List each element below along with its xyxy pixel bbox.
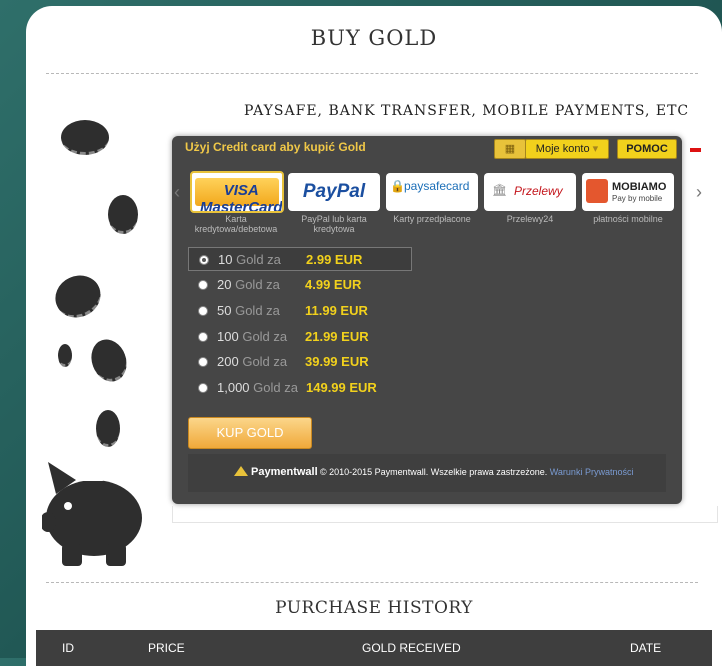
column-price: PRICE: [148, 641, 185, 655]
radio-button[interactable]: [198, 280, 208, 290]
mobiamo-sub: Pay by mobile: [612, 194, 663, 203]
gold-price: 39.99 EUR: [305, 354, 369, 369]
method-visa-mastercard[interactable]: VISA MasterCard: [190, 171, 284, 213]
paymentwall-label: Paymentwall: [251, 466, 318, 478]
method-caption: PayPal lub karta kredytowa: [301, 214, 367, 234]
buy-gold-button[interactable]: KUP GOLD: [188, 417, 312, 449]
gold-amount: 100: [217, 329, 239, 344]
privacy-link[interactable]: Warunki Prywatności: [550, 467, 634, 477]
coin-icon: [58, 344, 72, 367]
copyright-text: © 2010-2015 Paymentwall. Wszelkie prawa …: [320, 467, 548, 477]
payment-widget: Użyj Credit card aby kupić Gold ▦ Moje k…: [172, 136, 702, 504]
gold-unit: Gold za: [235, 303, 280, 318]
page-title: BUY GOLD: [310, 26, 438, 50]
widget-frame: [172, 506, 718, 523]
buy-gold-card: BUY GOLD PAYSAFE, BANK TRANSFER, MOBILE …: [26, 6, 722, 666]
visa-logo: VISA MasterCard: [200, 182, 283, 213]
history-table-header: ID PRICE GOLD RECEIVED DATE: [36, 630, 712, 666]
method-caption: Karty przedpłacone: [393, 214, 471, 224]
method-caption: Przelewy24: [506, 214, 554, 224]
flag-icon[interactable]: [690, 144, 701, 152]
chevron-left-icon[interactable]: ‹: [174, 182, 180, 203]
column-date: DATE: [630, 641, 662, 655]
bank-icon: 🏛: [492, 183, 508, 197]
gold-price: 4.99 EUR: [305, 277, 362, 292]
widget-header: Użyj Credit card aby kupić Gold: [185, 140, 366, 154]
help-button[interactable]: POMOC: [617, 139, 677, 159]
widget-footer: Paymentwall © 2010-2015 Paymentwall. Wsz…: [188, 454, 666, 492]
gold-amount: 50: [217, 303, 232, 318]
my-account-button[interactable]: Moje konto ▾: [525, 139, 609, 159]
radio-button[interactable]: [198, 332, 208, 342]
gold-price: 11.99 EUR: [305, 303, 368, 318]
gold-option[interactable]: 100 Gold za 21.99 EUR: [188, 325, 410, 349]
gold-option[interactable]: 1,000 Gold za 149.99 EUR: [188, 376, 410, 400]
column-gold-received: GOLD RECEIVED: [362, 641, 461, 655]
radio-button[interactable]: [198, 306, 208, 316]
gold-bars-icon[interactable]: ▦: [494, 139, 526, 159]
method-caption: Karta kredytowa/debetowa: [194, 214, 278, 234]
paysafecard-logo: paysafecard: [404, 179, 470, 193]
gold-unit: Gold za: [253, 380, 298, 395]
radio-button[interactable]: [198, 357, 208, 367]
method-paysafecard[interactable]: 🔒 paysafecard: [386, 173, 478, 211]
gold-option[interactable]: 200 Gold za 39.99 EUR: [188, 350, 410, 374]
gold-option[interactable]: 20 Gold za 4.99 EUR: [188, 273, 410, 297]
paymentwall-icon: [234, 466, 248, 476]
page-subtitle: PAYSAFE, BANK TRANSFER, MOBILE PAYMENTS,…: [244, 103, 690, 119]
chevron-down-icon: ▾: [592, 143, 599, 155]
method-caption: płatności mobilne: [593, 214, 663, 224]
chevron-right-icon[interactable]: ›: [696, 182, 702, 203]
gold-amount: 1,000: [217, 380, 250, 395]
gold-unit: Gold za: [242, 354, 288, 369]
radio-button[interactable]: [198, 383, 208, 393]
gold-unit: Gold za: [235, 277, 280, 292]
coin-icon: [108, 195, 138, 234]
coin-icon: [48, 268, 108, 325]
gold-price: 149.99 EUR: [306, 380, 377, 395]
divider: [46, 582, 698, 583]
gold-unit: Gold za: [242, 329, 288, 344]
history-title: PURCHASE HISTORY: [275, 598, 473, 618]
coin-icon: [96, 410, 120, 447]
gold-amount: 200: [217, 354, 239, 369]
coin-icon: [61, 120, 109, 155]
mobiamo-icon: [586, 179, 608, 203]
my-account-label: Moje konto: [535, 143, 590, 155]
gold-option[interactable]: 50 Gold za 11.99 EUR: [188, 299, 410, 323]
column-id: ID: [62, 641, 74, 655]
method-przelewy24[interactable]: 🏛 Przelewy: [484, 173, 576, 211]
method-mobiamo[interactable]: MOBIAMO Pay by mobile: [582, 173, 674, 211]
gold-option[interactable]: 10 Gold za 2.99 EUR: [188, 247, 412, 271]
gold-price: 21.99 EUR: [305, 329, 369, 344]
gold-amount: 20: [217, 277, 232, 292]
paymentwall-logo: Paymentwall: [234, 466, 318, 478]
paypal-logo: PayPal: [302, 181, 366, 202]
lock-icon: 🔒: [390, 179, 405, 193]
gold-amount: 10: [218, 252, 233, 267]
mobiamo-logo: MOBIAMO: [612, 181, 667, 193]
divider: [46, 73, 698, 74]
coin-icon: [85, 334, 133, 387]
radio-button[interactable]: [199, 255, 209, 265]
przelewy-logo: Przelewy: [514, 184, 563, 198]
gold-price: 2.99 EUR: [306, 252, 363, 267]
method-paypal[interactable]: PayPal: [288, 173, 380, 211]
piggy-bank-icon: [42, 462, 142, 566]
gold-unit: Gold za: [236, 252, 281, 267]
